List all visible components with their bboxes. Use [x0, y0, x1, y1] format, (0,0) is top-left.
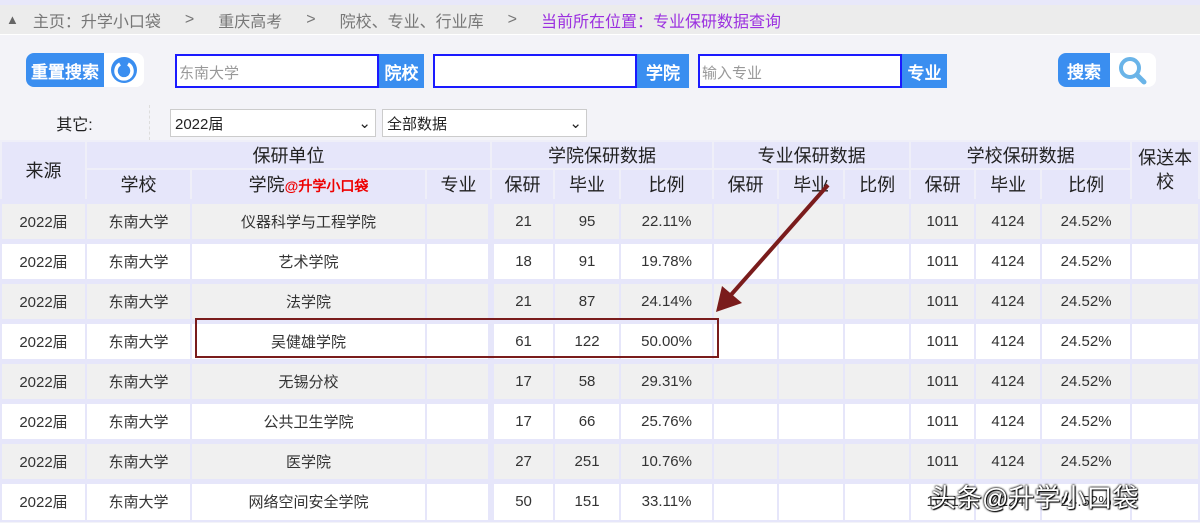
arrow-annotation — [716, 183, 830, 312]
watermark: 头条@升学小口袋 — [930, 483, 1139, 513]
